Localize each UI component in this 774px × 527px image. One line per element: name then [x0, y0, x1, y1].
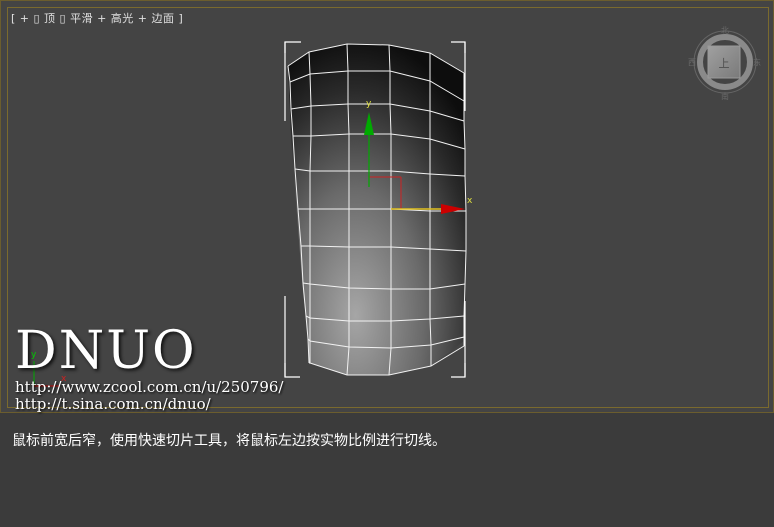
gizmo-x-label: x — [467, 196, 473, 206]
watermark: DNUO http://www.zcool.com.cn/u/250796/ h… — [15, 323, 283, 413]
watermark-url-sina: http://t.sina.com.cn/dnuo/ — [15, 395, 211, 413]
viewcube-east[interactable]: 东 — [753, 57, 761, 67]
watermark-logo: DNUO — [15, 321, 197, 381]
viewport-top[interactable]: [ + ▯ 顶 ▯ 平滑 + 高光 + 边面 ] y x y x 上 北 南 东… — [0, 0, 774, 413]
viewcube-west[interactable]: 西 — [688, 58, 696, 67]
tutorial-caption: 鼠标前宽后窄，使用快速切片工具，将鼠标左边按实物比例进行切线。 — [12, 433, 446, 449]
viewcube-south[interactable]: 南 — [721, 91, 729, 101]
gizmo-y-label: y — [366, 99, 372, 109]
viewcube-face-label: 上 — [719, 57, 730, 70]
viewcube-north[interactable]: 北 — [721, 26, 729, 35]
viewcube[interactable]: 上 北 南 东 西 — [688, 26, 761, 101]
watermark-url-zcool: http://www.zcool.com.cn/u/250796/ — [15, 378, 284, 396]
